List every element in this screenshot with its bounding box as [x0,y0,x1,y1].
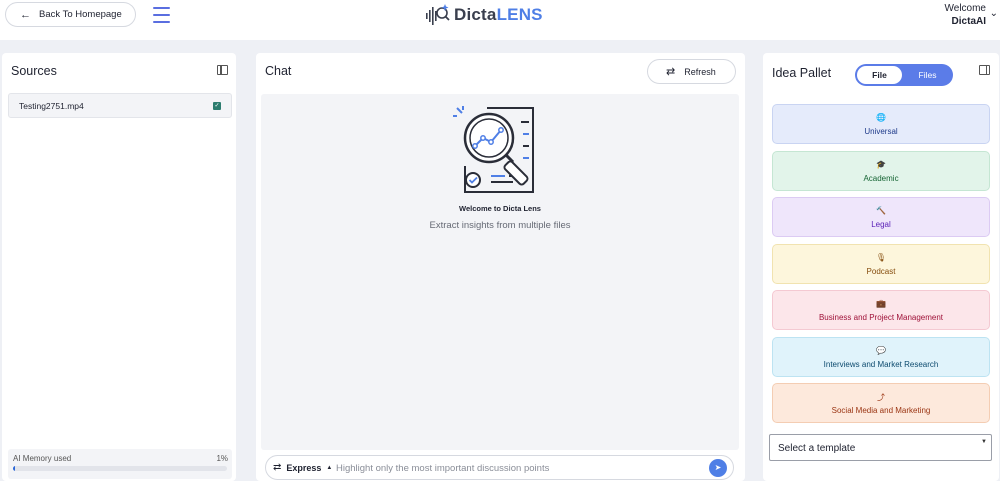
globe-icon: 🌐 [876,113,886,122]
ai-memory-percent: 1% [216,454,228,463]
chat-messages-area: Welcome to Dicta Lens Extract insights f… [261,94,739,450]
hamburger-menu-icon[interactable] [153,7,170,23]
microphone-icon: 🎙 [875,252,887,262]
graduation-cap-icon: 🎓 [876,159,886,169]
category-label: Academic [863,173,899,183]
share-icon: ⤴ [877,393,885,402]
category-card[interactable]: 💬 Interviews and Market Research [772,336,990,377]
category-label: Business and Project Management [818,313,944,322]
sources-panel: Sources Testing2751.mp4 ✓ AI Memory used… [2,53,236,481]
user-welcome[interactable]: Welcome DictaAI [945,2,987,28]
category-card[interactable]: 🌐 Universal [772,104,990,144]
ai-memory-usage: AI Memory used 1% [8,449,232,479]
category-label: Podcast [866,266,896,276]
chevron-down-icon[interactable]: ⌄ [990,8,998,19]
category-card[interactable]: 🔨 Legal [772,197,990,237]
welcome-title: Welcome to Dicta Lens [459,204,541,213]
send-button[interactable]: ➤ [709,459,727,477]
top-header: ← Back To Homepage DictaLENS Welcome Dic… [0,0,1000,40]
category-card[interactable]: 💼 Business and Project Management [772,290,990,330]
category-label: Interviews and Market Research [823,359,939,369]
arrow-left-icon: ← [20,8,31,21]
ai-memory-progress-bar [13,466,227,471]
toggle-files[interactable]: Files [905,66,950,84]
source-file-item[interactable]: Testing2751.mp4 ✓ [8,93,232,118]
mode-label: Express [286,462,322,473]
chat-title: Chat [265,64,292,78]
file-files-toggle: File Files [855,64,953,86]
briefcase-icon: 💼 [876,299,886,308]
caret-down-icon: ▲ [326,464,333,471]
gavel-icon: 🔨 [876,206,886,215]
chat-input[interactable] [336,460,696,476]
category-card[interactable]: ⤴ Social Media and Marketing [772,383,990,423]
idea-pallet-panel: Idea Pallet File Files 🌐 Universal 🎓 Academ… [763,53,999,481]
chat-panel: Chat ⇄ Refresh Welcome to Dicta Lens Ext… [256,53,745,481]
refresh-label: Refresh [684,66,716,77]
category-card[interactable]: 🎙 Podcast [772,243,990,284]
template-select[interactable]: Select a template ▼ [769,434,992,461]
category-list: 🌐 Universal 🎓 Academic 🔨 Legal 🎙 Podcast 💼 Busine… [772,104,990,430]
logo-wordmark: DictaLENS [454,5,543,24]
category-label: Legal [871,220,891,229]
chat-input-bar: ⇄ Express ▲ ➤ [265,455,734,480]
back-to-homepage-button[interactable]: ← Back To Homepage [5,2,136,27]
source-file-checkbox[interactable]: ✓ [213,102,221,110]
toggle-file[interactable]: File [857,66,902,84]
refresh-icon: ⇄ [666,66,676,78]
send-icon: ➤ [714,463,722,472]
ai-memory-label: AI Memory used [13,454,72,463]
chat-bubbles-icon: 💬 [876,345,886,355]
magnifier-chart-illustration-icon [453,106,534,193]
idea-pallet-title: Idea Pallet [772,66,832,80]
sound-wave-magnifier-icon [426,4,450,25]
category-card[interactable]: 🎓 Academic [772,150,990,191]
category-label: Social Media and Marketing [831,406,931,415]
back-to-homepage-label: Back To Homepage [39,9,122,20]
username: DictaAI [951,16,986,27]
ai-memory-progress-fill [13,466,16,471]
refresh-button[interactable]: ⇄ Refresh [647,59,736,84]
sources-title: Sources [11,64,57,78]
swap-arrows-icon: ⇄ [273,462,282,473]
template-select-value: Select a template [778,443,856,454]
welcome-text: Welcome [944,3,987,14]
mode-selector[interactable]: ⇄ Express ▲ [273,462,332,473]
welcome-subtitle: Extract insights from multiple files [429,220,571,231]
caret-down-icon: ▼ [981,439,987,445]
app-logo: DictaLENS [425,2,543,28]
category-label: Universal [864,127,898,136]
collapse-sidebar-icon[interactable] [217,65,228,75]
collapse-panel-icon[interactable] [979,65,990,75]
source-file-name: Testing2751.mp4 [19,101,84,111]
